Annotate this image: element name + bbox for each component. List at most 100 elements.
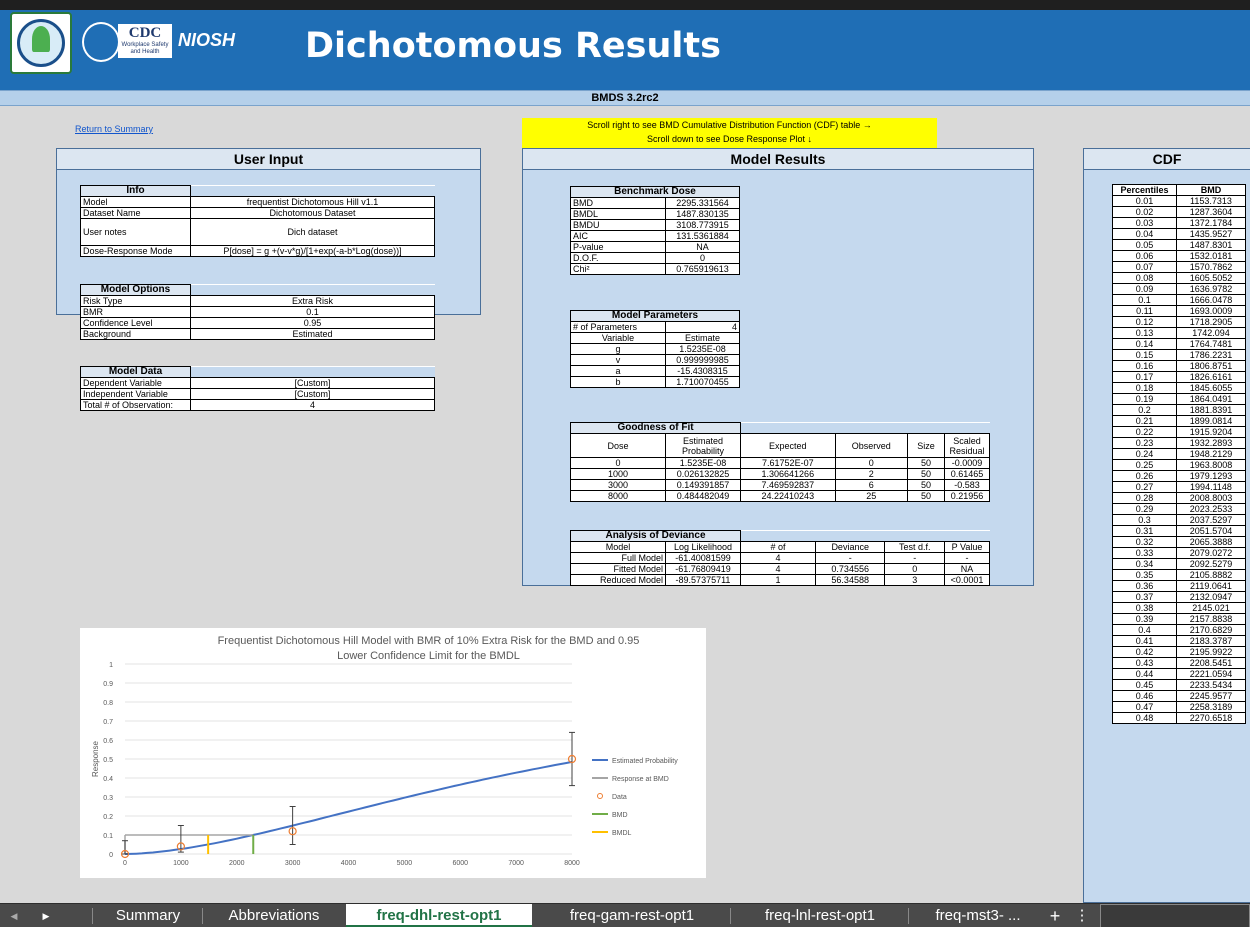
- horizontal-scrollbar[interactable]: [1100, 904, 1250, 927]
- cdf-bmd[interactable]: 1948.2129: [1176, 448, 1246, 460]
- fit-cell[interactable]: 50: [906, 457, 946, 469]
- deviance-cell[interactable]: 4: [740, 552, 816, 564]
- cdf-bmd[interactable]: 2208.5451: [1176, 657, 1246, 669]
- cdf-percentile[interactable]: 0.29: [1112, 503, 1177, 515]
- more-icon[interactable]: ⋮: [1074, 904, 1090, 927]
- cdf-percentile[interactable]: 0.34: [1112, 558, 1177, 570]
- param-estimate[interactable]: -15.4308315: [665, 365, 740, 377]
- option-value[interactable]: Extra Risk: [190, 295, 435, 307]
- fit-cell[interactable]: 1.306641266: [740, 468, 836, 480]
- tab-freq-gam-rest-opt1[interactable]: freq-gam-rest-opt1: [536, 904, 728, 927]
- cdf-percentile[interactable]: 0.45: [1112, 679, 1177, 691]
- fit-cell[interactable]: 50: [906, 468, 946, 480]
- add-sheet-icon[interactable]: +: [1044, 904, 1066, 927]
- option-value[interactable]: 0.95: [190, 317, 435, 329]
- chi2-value[interactable]: 0.765919613: [665, 263, 740, 275]
- fit-cell[interactable]: -0.0009: [944, 457, 990, 469]
- tab-scroll-prev[interactable]: ◀: [4, 904, 24, 927]
- cdf-percentile[interactable]: 0.23: [1112, 437, 1177, 449]
- cdf-percentile[interactable]: 0.32: [1112, 536, 1177, 548]
- cdf-bmd[interactable]: 1636.9782: [1176, 283, 1246, 295]
- fit-cell[interactable]: 0.61465: [944, 468, 990, 480]
- cdf-bmd[interactable]: 2065.3888: [1176, 536, 1246, 548]
- deviance-cell[interactable]: 1: [740, 574, 816, 586]
- cdf-bmd[interactable]: 2233.5434: [1176, 679, 1246, 691]
- param-estimate[interactable]: 0.999999985: [665, 354, 740, 366]
- cdf-percentile[interactable]: 0.14: [1112, 338, 1177, 350]
- cdf-bmd[interactable]: 1435.9527: [1176, 228, 1246, 240]
- fit-cell[interactable]: -0.583: [944, 479, 990, 491]
- cdf-percentile[interactable]: 0.31: [1112, 525, 1177, 537]
- cdf-bmd[interactable]: 2183.3787: [1176, 635, 1246, 647]
- data-value[interactable]: [Custom]: [190, 377, 435, 389]
- cdf-percentile[interactable]: 0.47: [1112, 701, 1177, 713]
- cdf-bmd[interactable]: 1881.8391: [1176, 404, 1246, 416]
- return-to-summary-link[interactable]: Return to Summary: [75, 124, 153, 134]
- cdf-bmd[interactable]: 1963.8008: [1176, 459, 1246, 471]
- fit-cell[interactable]: 50: [906, 479, 946, 491]
- fit-cell[interactable]: 0.21956: [944, 490, 990, 502]
- bmd-value[interactable]: 2295.331564: [665, 197, 740, 209]
- option-value[interactable]: Estimated: [190, 328, 435, 340]
- cdf-percentile[interactable]: 0.33: [1112, 547, 1177, 559]
- cdf-percentile[interactable]: 0.43: [1112, 657, 1177, 669]
- fit-cell[interactable]: 0: [570, 457, 666, 469]
- tab-abbreviations[interactable]: Abbreviations: [206, 904, 342, 927]
- cdf-bmd[interactable]: 1153.7313: [1176, 195, 1246, 207]
- param-count-value[interactable]: 4: [665, 321, 740, 333]
- cdf-bmd[interactable]: 2145.021: [1176, 602, 1246, 614]
- cdf-bmd[interactable]: 2051.5704: [1176, 525, 1246, 537]
- param-estimate[interactable]: 1.710070455: [665, 376, 740, 388]
- cdf-percentile[interactable]: 0.39: [1112, 613, 1177, 625]
- cdf-percentile[interactable]: 0.06: [1112, 250, 1177, 262]
- bmdu-value[interactable]: 3108.773915: [665, 219, 740, 231]
- bmdl-value[interactable]: 1487.830135: [665, 208, 740, 220]
- cdf-bmd[interactable]: 2270.6518: [1176, 712, 1246, 724]
- cdf-bmd[interactable]: 1979.1293: [1176, 470, 1246, 482]
- info-value[interactable]: frequentist Dichotomous Hill v1.1: [190, 196, 435, 208]
- cdf-bmd[interactable]: 2195.9922: [1176, 646, 1246, 658]
- fit-cell[interactable]: 2: [834, 468, 908, 480]
- fit-cell[interactable]: 25: [834, 490, 908, 502]
- tab-summary[interactable]: Summary: [96, 904, 200, 927]
- deviance-cell[interactable]: 56.34588: [814, 574, 886, 586]
- fit-cell[interactable]: 50: [906, 490, 946, 502]
- cdf-bmd[interactable]: 2221.0594: [1176, 668, 1246, 680]
- info-value[interactable]: P[dose] = g +(v-v*g)/[1+exp(-a-b*Log(dos…: [190, 245, 435, 257]
- cdf-bmd[interactable]: 2119.0641: [1176, 580, 1246, 592]
- cdf-percentile[interactable]: 0.12: [1112, 316, 1177, 328]
- cdf-bmd[interactable]: 2132.0947: [1176, 591, 1246, 603]
- cdf-percentile[interactable]: 0.21: [1112, 415, 1177, 427]
- info-value[interactable]: Dich dataset: [190, 218, 435, 246]
- cdf-bmd[interactable]: 2105.8882: [1176, 569, 1246, 581]
- cdf-percentile[interactable]: 0.27: [1112, 481, 1177, 493]
- cdf-percentile[interactable]: 0.08: [1112, 272, 1177, 284]
- cdf-percentile[interactable]: 0.28: [1112, 492, 1177, 504]
- cdf-percentile[interactable]: 0.4: [1112, 624, 1177, 636]
- cdf-percentile[interactable]: 0.1: [1112, 294, 1177, 306]
- fit-cell[interactable]: 3000: [570, 479, 666, 491]
- cdf-percentile[interactable]: 0.42: [1112, 646, 1177, 658]
- deviance-cell[interactable]: -: [884, 552, 945, 564]
- cdf-percentile[interactable]: 0.03: [1112, 217, 1177, 229]
- cdf-bmd[interactable]: 2157.8838: [1176, 613, 1246, 625]
- data-value[interactable]: 4: [190, 399, 435, 411]
- fit-cell[interactable]: 6: [834, 479, 908, 491]
- deviance-cell[interactable]: -: [814, 552, 886, 564]
- cdf-percentile[interactable]: 0.46: [1112, 690, 1177, 702]
- deviance-cell[interactable]: -61.40081599: [665, 552, 741, 564]
- data-value[interactable]: [Custom]: [190, 388, 435, 400]
- deviance-cell[interactable]: -: [944, 552, 990, 564]
- cdf-percentile[interactable]: 0.17: [1112, 371, 1177, 383]
- fit-cell[interactable]: 8000: [570, 490, 666, 502]
- cdf-percentile[interactable]: 0.16: [1112, 360, 1177, 372]
- cdf-bmd[interactable]: 1742.094: [1176, 327, 1246, 339]
- cdf-bmd[interactable]: 1806.8751: [1176, 360, 1246, 372]
- cdf-bmd[interactable]: 1915.9204: [1176, 426, 1246, 438]
- cdf-percentile[interactable]: 0.48: [1112, 712, 1177, 724]
- deviance-cell[interactable]: 4: [740, 563, 816, 575]
- cdf-bmd[interactable]: 2170.6829: [1176, 624, 1246, 636]
- cdf-percentile[interactable]: 0.2: [1112, 404, 1177, 416]
- fit-cell[interactable]: 1.5235E-08: [665, 457, 741, 469]
- fit-cell[interactable]: 24.22410243: [740, 490, 836, 502]
